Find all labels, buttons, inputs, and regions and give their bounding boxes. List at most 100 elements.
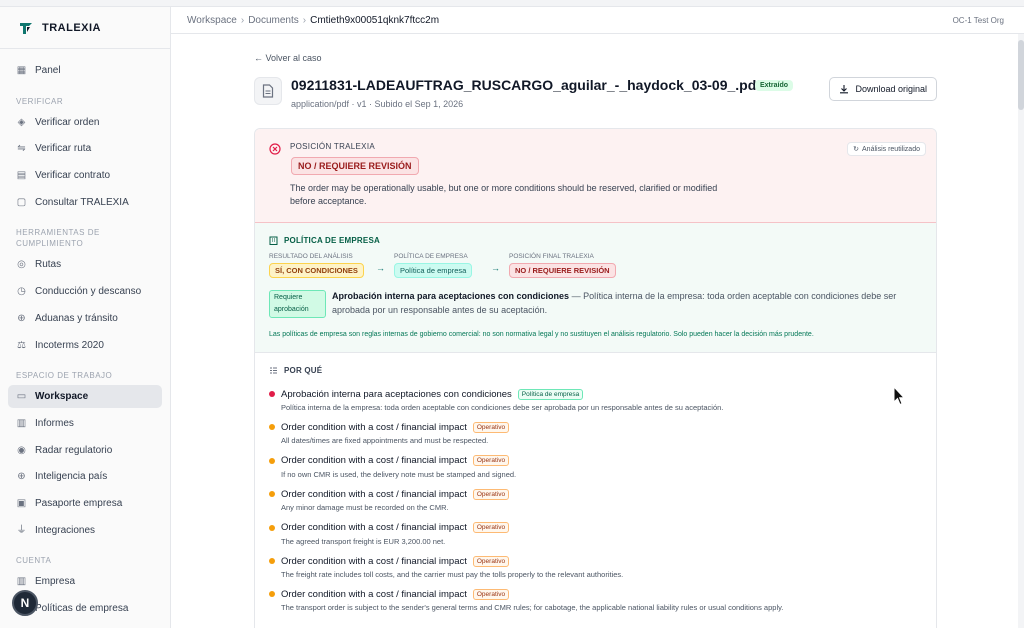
reason-title: Order condition with a cost / financial … bbox=[281, 588, 467, 600]
arrow-right-icon: → bbox=[491, 263, 500, 273]
position-label: POSICIÓN TRALEXIA bbox=[290, 142, 375, 151]
brand[interactable]: TRALEXIA bbox=[0, 7, 170, 49]
why-title: POR QUÉ bbox=[269, 366, 322, 375]
policy-note: Las políticas de empresa son reglas inte… bbox=[269, 331, 814, 338]
status-badge: Extraído bbox=[755, 80, 794, 91]
sidebar-item-verificar-orden[interactable]: ◈ Verificar orden bbox=[8, 111, 162, 134]
sidebar-item-verificar-contrato[interactable]: ▤ Verificar contrato bbox=[8, 164, 162, 187]
x-circle-icon bbox=[269, 143, 281, 155]
step-badge: Política de empresa bbox=[394, 263, 473, 278]
sidebar-item-label: Verificar contrato bbox=[35, 170, 111, 182]
reason-description: The freight rate includes toll costs, an… bbox=[281, 570, 624, 579]
back-label: Volver al caso bbox=[265, 53, 322, 63]
sidebar-item-radar-regulatorio[interactable]: ◉ Radar regulatorio bbox=[8, 439, 162, 462]
sidebar-item-aduanas-y-tr-nsito[interactable]: ⊕ Aduanas y tránsito bbox=[8, 307, 162, 330]
reason-tag: Operativo bbox=[472, 455, 510, 467]
sidebar-item-label: Panel bbox=[35, 65, 61, 76]
sidebar-item-label: Rutas bbox=[35, 259, 62, 271]
arrow-right-icon: → bbox=[376, 263, 385, 273]
severity-dot-icon bbox=[269, 558, 275, 564]
reason-title: Order condition with a cost / financial … bbox=[281, 555, 467, 567]
document-meta: application/pdf · v1 · Subido el Sep 1, … bbox=[291, 99, 464, 109]
sidebar-section-title: ESPACIO DE TRABAJO bbox=[16, 371, 113, 381]
reason-tag: Operativo bbox=[472, 488, 510, 500]
download-icon bbox=[840, 85, 849, 94]
sidebar-item-label: Incoterms 2020 bbox=[35, 339, 104, 351]
sidebar-item-label: Aduanas y tránsito bbox=[35, 312, 118, 324]
breadcrumb-current: Cmtieth9x00051qknk7ftcc2m bbox=[310, 14, 440, 26]
sidebar-item-conducci-n-y-descanso[interactable]: ◷ Conducción y descanso bbox=[8, 280, 162, 303]
document-header: 09211831-LADEAUFTRAG_RUSCARGO_aguilar_-_… bbox=[254, 77, 937, 113]
sidebar-item-label: Verificar orden bbox=[35, 116, 100, 128]
step-analysis-result: RESULTADO DEL ANÁLISIS SÍ, CON CONDICION… bbox=[269, 253, 364, 278]
reason-item: Order condition with a cost / financial … bbox=[269, 554, 929, 579]
sidebar-item-label: Pasaporte empresa bbox=[35, 497, 123, 509]
sidebar-item-workspace[interactable]: ▭ Workspace bbox=[8, 385, 162, 409]
reason-description: Any minor damage must be recorded on the… bbox=[281, 503, 449, 513]
reason-title: Order condition with a cost / financial … bbox=[281, 488, 467, 500]
position-badge: NO / REQUIERE REVISIÓN bbox=[291, 157, 419, 175]
severity-dot-icon bbox=[269, 491, 275, 498]
reused-analysis-badge[interactable]: ↻ Análisis reutilizado bbox=[847, 142, 926, 156]
sidebar-item-informes[interactable]: ▥ Informes bbox=[8, 412, 162, 435]
reason-title: Order condition with a cost / financial … bbox=[281, 421, 467, 433]
browser-top-strip bbox=[0, 0, 1024, 7]
sidebar-section-title: HERRAMIENTAS DE CUMPLIMIENTO bbox=[16, 228, 100, 249]
reason-item: Order condition with a cost / financial … bbox=[269, 587, 929, 612]
sidebar-item-panel[interactable]: ▦ Panel bbox=[8, 59, 162, 82]
reason-item: Order condition with a cost / financial … bbox=[269, 454, 929, 479]
page-scrollbar-thumb[interactable] bbox=[1018, 40, 1024, 110]
sidebar-item-inteligencia-pa-s[interactable]: ⊕ Inteligencia país bbox=[8, 465, 162, 488]
step-badge: SÍ, CON CONDICIONES bbox=[269, 263, 364, 278]
tralexia-logo-icon bbox=[20, 22, 32, 34]
reason-item: Order condition with a cost / financial … bbox=[269, 420, 929, 445]
policy-title: POLÍTICA DE EMPRESA bbox=[269, 236, 380, 245]
back-link[interactable]: ← Volver al caso bbox=[254, 53, 322, 63]
step-label: POSICIÓN FINAL TRALEXIA bbox=[509, 253, 594, 260]
sidebar-item-rutas[interactable]: ◎ Rutas bbox=[8, 253, 162, 276]
arrow-left-icon: ← bbox=[254, 53, 263, 63]
list-icon bbox=[270, 367, 277, 374]
sidebar-section-title: VERIFICAR bbox=[16, 96, 64, 106]
download-original-button[interactable]: Download original bbox=[829, 77, 937, 101]
sidebar-item-integraciones[interactable]: ⏚ Integraciones bbox=[8, 519, 162, 542]
document-title: 09211831-LADEAUFTRAG_RUSCARGO_aguilar_-_… bbox=[291, 77, 761, 93]
reused-analysis-label: Análisis reutilizado bbox=[862, 145, 920, 153]
analysis-panel: POSICIÓN TRALEXIA NO / REQUIERE REVISIÓN… bbox=[254, 128, 937, 628]
sidebar: TRALEXIA ▦ Panel VERIFICAR ◈ Verificar orden… bbox=[0, 7, 171, 628]
reason-item: Order condition with a cost / financial … bbox=[269, 521, 929, 546]
reason-description: If no own CMR is used, the delivery note… bbox=[281, 469, 517, 479]
sidebar-item-consultar-tralexia[interactable]: ▢ Consultar TRALEXIA bbox=[8, 191, 162, 214]
sidebar-item-label: Inteligencia país bbox=[35, 471, 108, 483]
reason-tag: Operativo bbox=[472, 588, 510, 600]
reason-description: The agreed transport freight is EUR 3,20… bbox=[281, 536, 446, 546]
step-final-position: POSICIÓN FINAL TRALEXIA NO / REQUIERE RE… bbox=[509, 253, 616, 278]
document-icon: ▤ bbox=[16, 170, 27, 182]
radar-icon: ◉ bbox=[17, 444, 26, 456]
compass-icon: ◎ bbox=[17, 259, 26, 271]
reason-tag: Operativo bbox=[472, 555, 510, 567]
reason-tag: Operativo bbox=[472, 522, 510, 534]
step-label: RESULTADO DEL ANÁLISIS bbox=[269, 253, 353, 260]
top-header: Workspace › Documents › Cmtieth9x00051qk… bbox=[171, 7, 1024, 34]
reason-description: Política interna de la empresa: toda ord… bbox=[281, 403, 724, 412]
sidebar-item-pasaporte-empresa[interactable]: ▣ Pasaporte empresa bbox=[8, 492, 162, 515]
avatar[interactable]: N bbox=[12, 590, 38, 616]
sidebar-item-verificar-ruta[interactable]: ⇋ Verificar ruta bbox=[8, 137, 162, 160]
sidebar-item-modo-responsable[interactable]: ▤Modo responsable bbox=[8, 624, 162, 628]
sidebar-item-empresa[interactable]: ▥ Empresa bbox=[8, 570, 162, 593]
step-company-policy: POLÍTICA DE EMPRESA Política de empresa bbox=[394, 253, 473, 278]
tralexia-position: POSICIÓN TRALEXIA NO / REQUIERE REVISIÓN… bbox=[255, 129, 936, 223]
sidebar-nav: ▦ Panel VERIFICAR ◈ Verificar orden ⇋ Verifica… bbox=[0, 49, 170, 628]
sidebar-item-incoterms-2020[interactable]: ⚖ Incoterms 2020 bbox=[8, 334, 162, 357]
page-scrollbar-track[interactable] bbox=[1018, 34, 1024, 628]
globe-icon: ⊕ bbox=[17, 471, 26, 483]
severity-dot-icon bbox=[269, 424, 275, 431]
breadcrumb-workspace[interactable]: Workspace bbox=[187, 15, 237, 26]
severity-dot-icon bbox=[269, 457, 275, 464]
clock-icon: ◷ bbox=[17, 286, 26, 298]
severity-dot-icon bbox=[269, 524, 275, 531]
sidebar-item-label: Consultar TRALEXIA bbox=[35, 196, 129, 208]
breadcrumb-documents[interactable]: Documents bbox=[248, 15, 299, 26]
org-switcher[interactable]: OC-1 Test Org bbox=[953, 16, 1004, 25]
